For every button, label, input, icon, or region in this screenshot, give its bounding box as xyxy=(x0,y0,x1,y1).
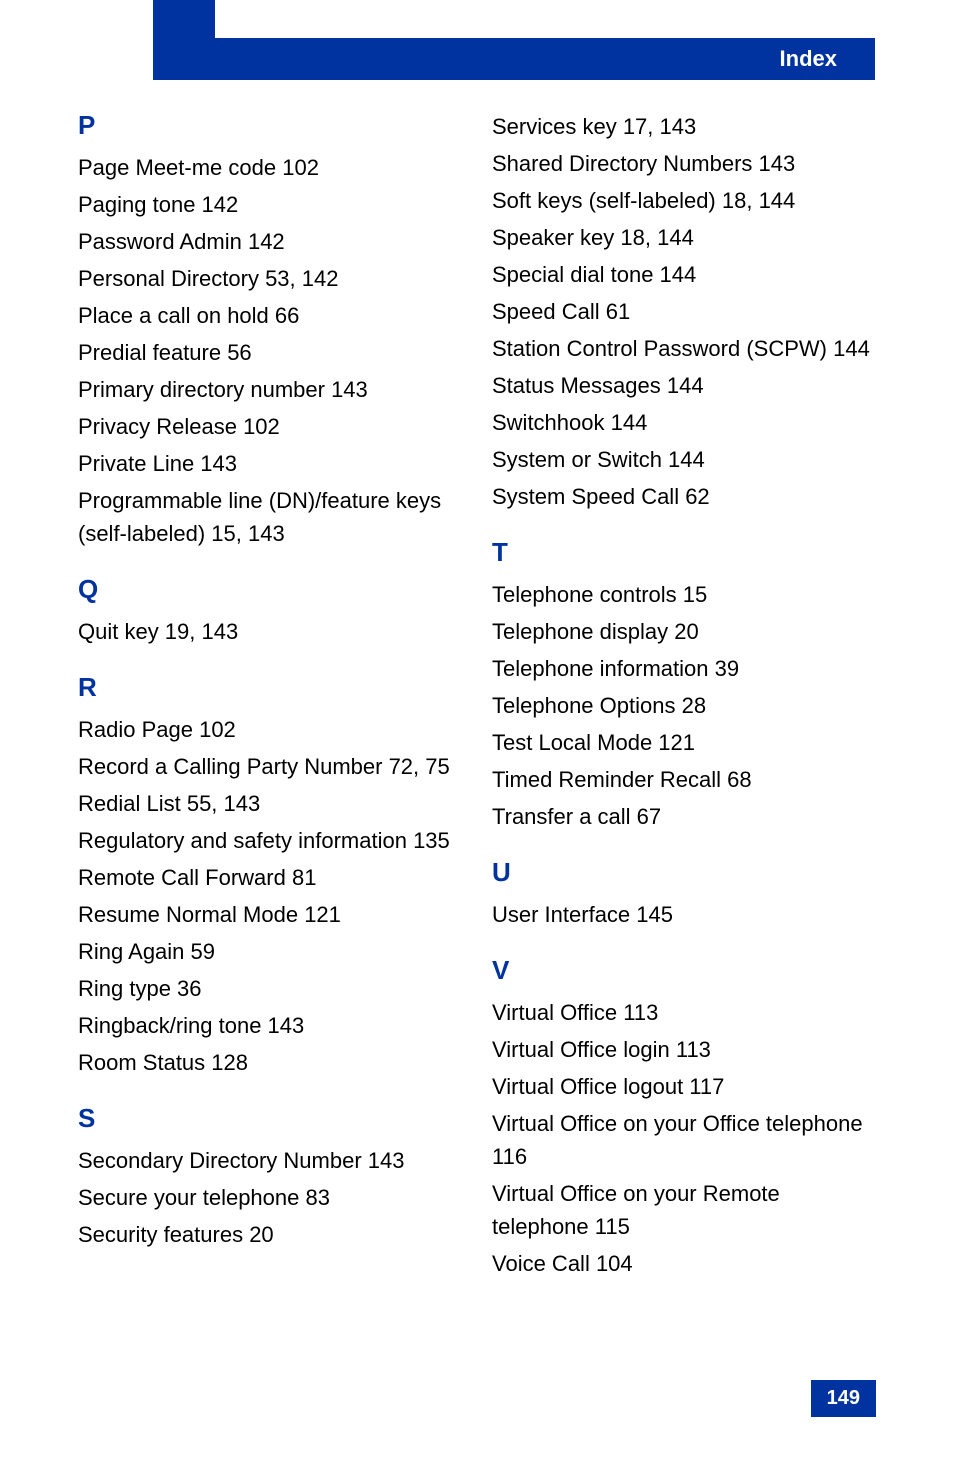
index-entry[interactable]: Paging tone 142 xyxy=(78,188,462,221)
index-entry[interactable]: Station Control Password (SCPW) 144 xyxy=(492,332,876,365)
index-entry[interactable]: Soft keys (self-labeled) 18, 144 xyxy=(492,184,876,217)
section-letter-q: Q xyxy=(78,574,462,605)
right-column: Services key 17, 143 Shared Directory Nu… xyxy=(492,110,876,1284)
index-entry[interactable]: Remote Call Forward 81 xyxy=(78,861,462,894)
index-entry[interactable]: User Interface 145 xyxy=(492,898,876,931)
index-entry[interactable]: Regulatory and safety information 135 xyxy=(78,824,462,857)
index-entry[interactable]: Special dial tone 144 xyxy=(492,258,876,291)
index-entry[interactable]: Services key 17, 143 xyxy=(492,110,876,143)
index-entry[interactable]: Page Meet-me code 102 xyxy=(78,151,462,184)
index-entry[interactable]: System Speed Call 62 xyxy=(492,480,876,513)
section-letter-v: V xyxy=(492,955,876,986)
index-entry[interactable]: Ring Again 59 xyxy=(78,935,462,968)
index-entry[interactable]: Ringback/ring tone 143 xyxy=(78,1009,462,1042)
index-entry[interactable]: Primary directory number 143 xyxy=(78,373,462,406)
index-entry[interactable]: Virtual Office on your Remote telephone … xyxy=(492,1177,876,1243)
header-bar: Index xyxy=(215,38,875,80)
index-entry[interactable]: Quit key 19, 143 xyxy=(78,615,462,648)
index-entry[interactable]: Virtual Office 113 xyxy=(492,996,876,1029)
decorative-blue-bar xyxy=(153,0,215,80)
section-letter-r: R xyxy=(78,672,462,703)
section-letter-u: U xyxy=(492,857,876,888)
index-entry[interactable]: Telephone information 39 xyxy=(492,652,876,685)
section-letter-s: S xyxy=(78,1103,462,1134)
index-entry[interactable]: Virtual Office logout 117 xyxy=(492,1070,876,1103)
index-entry[interactable]: System or Switch 144 xyxy=(492,443,876,476)
index-entry[interactable]: Speed Call 61 xyxy=(492,295,876,328)
section-letter-t: T xyxy=(492,537,876,568)
header-title: Index xyxy=(780,46,837,72)
index-entry[interactable]: Record a Calling Party Number 72, 75 xyxy=(78,750,462,783)
page-number: 149 xyxy=(811,1380,876,1417)
index-entry[interactable]: Telephone Options 28 xyxy=(492,689,876,722)
index-entry[interactable]: Ring type 36 xyxy=(78,972,462,1005)
index-entry[interactable]: Programmable line (DN)/feature keys (sel… xyxy=(78,484,462,550)
index-entry[interactable]: Transfer a call 67 xyxy=(492,800,876,833)
index-entry[interactable]: Resume Normal Mode 121 xyxy=(78,898,462,931)
index-entry[interactable]: Speaker key 18, 144 xyxy=(492,221,876,254)
index-entry[interactable]: Predial feature 56 xyxy=(78,336,462,369)
index-entry[interactable]: Status Messages 144 xyxy=(492,369,876,402)
index-entry[interactable]: Room Status 128 xyxy=(78,1046,462,1079)
index-entry[interactable]: Secondary Directory Number 143 xyxy=(78,1144,462,1177)
index-entry[interactable]: Personal Directory 53, 142 xyxy=(78,262,462,295)
index-entry[interactable]: Virtual Office login 113 xyxy=(492,1033,876,1066)
index-entry[interactable]: Secure your telephone 83 xyxy=(78,1181,462,1214)
index-entry[interactable]: Telephone controls 15 xyxy=(492,578,876,611)
index-entry[interactable]: Security features 20 xyxy=(78,1218,462,1251)
index-entry[interactable]: Virtual Office on your Office telephone … xyxy=(492,1107,876,1173)
index-entry[interactable]: Place a call on hold 66 xyxy=(78,299,462,332)
index-entry[interactable]: Privacy Release 102 xyxy=(78,410,462,443)
left-column: P Page Meet-me code 102 Paging tone 142 … xyxy=(78,110,462,1284)
section-letter-p: P xyxy=(78,110,462,141)
index-entry[interactable]: Redial List 55, 143 xyxy=(78,787,462,820)
index-entry[interactable]: Test Local Mode 121 xyxy=(492,726,876,759)
index-entry[interactable]: Telephone display 20 xyxy=(492,615,876,648)
index-entry[interactable]: Voice Call 104 xyxy=(492,1247,876,1280)
index-entry[interactable]: Switchhook 144 xyxy=(492,406,876,439)
index-content: P Page Meet-me code 102 Paging tone 142 … xyxy=(78,110,876,1284)
index-entry[interactable]: Private Line 143 xyxy=(78,447,462,480)
index-entry[interactable]: Shared Directory Numbers 143 xyxy=(492,147,876,180)
index-entry[interactable]: Password Admin 142 xyxy=(78,225,462,258)
index-entry[interactable]: Radio Page 102 xyxy=(78,713,462,746)
index-entry[interactable]: Timed Reminder Recall 68 xyxy=(492,763,876,796)
